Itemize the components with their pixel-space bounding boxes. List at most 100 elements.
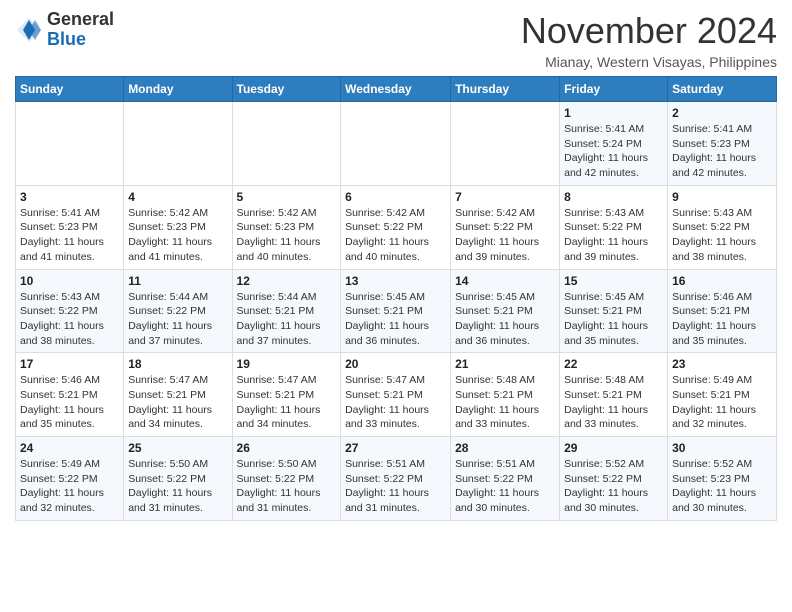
- calendar-cell: 1 Sunrise: 5:41 AM Sunset: 5:24 PM Daylig…: [560, 102, 668, 186]
- day-info: Sunrise: 5:51 AM Sunset: 5:22 PM Dayligh…: [345, 457, 446, 516]
- calendar-cell: 8 Sunrise: 5:43 AM Sunset: 5:22 PM Daylig…: [560, 185, 668, 269]
- logo: General Blue: [15, 10, 114, 50]
- day-number: 18: [128, 357, 227, 371]
- logo-icon: [15, 16, 43, 44]
- calendar-cell: 17 Sunrise: 5:46 AM Sunset: 5:21 PM Dayli…: [16, 353, 124, 437]
- day-info: Sunrise: 5:49 AM Sunset: 5:22 PM Dayligh…: [20, 457, 119, 516]
- day-info: Sunrise: 5:44 AM Sunset: 5:21 PM Dayligh…: [237, 290, 337, 349]
- location: Mianay, Western Visayas, Philippines: [521, 54, 777, 70]
- calendar-cell: 13 Sunrise: 5:45 AM Sunset: 5:21 PM Dayli…: [341, 269, 451, 353]
- day-info: Sunrise: 5:42 AM Sunset: 5:22 PM Dayligh…: [455, 206, 555, 265]
- calendar-cell: 6 Sunrise: 5:42 AM Sunset: 5:22 PM Daylig…: [341, 185, 451, 269]
- day-info: Sunrise: 5:48 AM Sunset: 5:21 PM Dayligh…: [564, 373, 663, 432]
- weekday-header-sunday: Sunday: [16, 77, 124, 102]
- day-number: 29: [564, 441, 663, 455]
- day-info: Sunrise: 5:51 AM Sunset: 5:22 PM Dayligh…: [455, 457, 555, 516]
- day-info: Sunrise: 5:46 AM Sunset: 5:21 PM Dayligh…: [672, 290, 772, 349]
- logo-blue: Blue: [47, 29, 86, 49]
- day-info: Sunrise: 5:50 AM Sunset: 5:22 PM Dayligh…: [237, 457, 337, 516]
- weekday-header-thursday: Thursday: [451, 77, 560, 102]
- day-info: Sunrise: 5:47 AM Sunset: 5:21 PM Dayligh…: [345, 373, 446, 432]
- day-number: 26: [237, 441, 337, 455]
- day-info: Sunrise: 5:42 AM Sunset: 5:22 PM Dayligh…: [345, 206, 446, 265]
- calendar-week-3: 10 Sunrise: 5:43 AM Sunset: 5:22 PM Dayli…: [16, 269, 777, 353]
- day-info: Sunrise: 5:44 AM Sunset: 5:22 PM Dayligh…: [128, 290, 227, 349]
- day-number: 20: [345, 357, 446, 371]
- calendar-week-4: 17 Sunrise: 5:46 AM Sunset: 5:21 PM Dayli…: [16, 353, 777, 437]
- weekday-header-wednesday: Wednesday: [341, 77, 451, 102]
- calendar-cell: 30Sunrise: 5:52 AM Sunset: 5:23 PM Dayli…: [668, 437, 777, 521]
- title-block: November 2024 Mianay, Western Visayas, P…: [521, 10, 777, 70]
- day-number: 27: [345, 441, 446, 455]
- day-info: Sunrise: 5:45 AM Sunset: 5:21 PM Dayligh…: [345, 290, 446, 349]
- calendar-cell: 29 Sunrise: 5:52 AM Sunset: 5:22 PM Dayli…: [560, 437, 668, 521]
- calendar-cell: 25 Sunrise: 5:50 AM Sunset: 5:22 PM Dayli…: [124, 437, 232, 521]
- day-info: Sunrise: 5:42 AM Sunset: 5:23 PM Dayligh…: [237, 206, 337, 265]
- calendar-cell: 16Sunrise: 5:46 AM Sunset: 5:21 PM Dayli…: [668, 269, 777, 353]
- day-number: 15: [564, 274, 663, 288]
- calendar-cell: 11 Sunrise: 5:44 AM Sunset: 5:22 PM Dayli…: [124, 269, 232, 353]
- calendar-cell: 2 Sunrise: 5:41 AM Sunset: 5:23 PM Daylig…: [668, 102, 777, 186]
- calendar-cell: [341, 102, 451, 186]
- day-number: 4: [128, 190, 227, 204]
- calendar-cell: [232, 102, 341, 186]
- logo-general: General: [47, 9, 114, 29]
- day-info: Sunrise: 5:47 AM Sunset: 5:21 PM Dayligh…: [128, 373, 227, 432]
- month-title: November 2024: [521, 10, 777, 52]
- calendar-table: SundayMondayTuesdayWednesdayThursdayFrid…: [15, 76, 777, 521]
- day-number: 2: [672, 106, 772, 120]
- calendar-cell: 22 Sunrise: 5:48 AM Sunset: 5:21 PM Dayli…: [560, 353, 668, 437]
- calendar-week-1: 1 Sunrise: 5:41 AM Sunset: 5:24 PM Daylig…: [16, 102, 777, 186]
- day-number: 14: [455, 274, 555, 288]
- day-number: 19: [237, 357, 337, 371]
- calendar-week-5: 24 Sunrise: 5:49 AM Sunset: 5:22 PM Dayli…: [16, 437, 777, 521]
- day-number: 8: [564, 190, 663, 204]
- logo-text: General Blue: [47, 10, 114, 50]
- weekday-header-row: SundayMondayTuesdayWednesdayThursdayFrid…: [16, 77, 777, 102]
- calendar-cell: [124, 102, 232, 186]
- day-info: Sunrise: 5:43 AM Sunset: 5:22 PM Dayligh…: [20, 290, 119, 349]
- calendar-cell: 3Sunrise: 5:41 AM Sunset: 5:23 PM Daylig…: [16, 185, 124, 269]
- day-number: 22: [564, 357, 663, 371]
- day-number: 24: [20, 441, 119, 455]
- day-info: Sunrise: 5:41 AM Sunset: 5:23 PM Dayligh…: [20, 206, 119, 265]
- calendar-cell: 26 Sunrise: 5:50 AM Sunset: 5:22 PM Dayli…: [232, 437, 341, 521]
- day-info: Sunrise: 5:43 AM Sunset: 5:22 PM Dayligh…: [564, 206, 663, 265]
- calendar-cell: 5Sunrise: 5:42 AM Sunset: 5:23 PM Daylig…: [232, 185, 341, 269]
- calendar-cell: 4Sunrise: 5:42 AM Sunset: 5:23 PM Daylig…: [124, 185, 232, 269]
- calendar-cell: [16, 102, 124, 186]
- day-info: Sunrise: 5:41 AM Sunset: 5:23 PM Dayligh…: [672, 122, 772, 181]
- day-number: 25: [128, 441, 227, 455]
- calendar-cell: 18 Sunrise: 5:47 AM Sunset: 5:21 PM Dayli…: [124, 353, 232, 437]
- calendar-cell: 19 Sunrise: 5:47 AM Sunset: 5:21 PM Dayli…: [232, 353, 341, 437]
- day-info: Sunrise: 5:50 AM Sunset: 5:22 PM Dayligh…: [128, 457, 227, 516]
- day-info: Sunrise: 5:45 AM Sunset: 5:21 PM Dayligh…: [564, 290, 663, 349]
- calendar-cell: 24 Sunrise: 5:49 AM Sunset: 5:22 PM Dayli…: [16, 437, 124, 521]
- day-number: 28: [455, 441, 555, 455]
- page-header: General Blue November 2024 Mianay, Weste…: [15, 10, 777, 70]
- day-info: Sunrise: 5:43 AM Sunset: 5:22 PM Dayligh…: [672, 206, 772, 265]
- weekday-header-saturday: Saturday: [668, 77, 777, 102]
- calendar-cell: 7 Sunrise: 5:42 AM Sunset: 5:22 PM Daylig…: [451, 185, 560, 269]
- calendar-cell: 27 Sunrise: 5:51 AM Sunset: 5:22 PM Dayli…: [341, 437, 451, 521]
- day-info: Sunrise: 5:52 AM Sunset: 5:22 PM Dayligh…: [564, 457, 663, 516]
- day-number: 10: [20, 274, 119, 288]
- day-number: 7: [455, 190, 555, 204]
- day-number: 13: [345, 274, 446, 288]
- day-info: Sunrise: 5:46 AM Sunset: 5:21 PM Dayligh…: [20, 373, 119, 432]
- day-number: 6: [345, 190, 446, 204]
- day-number: 11: [128, 274, 227, 288]
- day-info: Sunrise: 5:47 AM Sunset: 5:21 PM Dayligh…: [237, 373, 337, 432]
- day-number: 9: [672, 190, 772, 204]
- calendar-cell: 12Sunrise: 5:44 AM Sunset: 5:21 PM Dayli…: [232, 269, 341, 353]
- calendar-cell: 23Sunrise: 5:49 AM Sunset: 5:21 PM Dayli…: [668, 353, 777, 437]
- calendar-cell: 21Sunrise: 5:48 AM Sunset: 5:21 PM Dayli…: [451, 353, 560, 437]
- weekday-header-tuesday: Tuesday: [232, 77, 341, 102]
- calendar-cell: 20 Sunrise: 5:47 AM Sunset: 5:21 PM Dayli…: [341, 353, 451, 437]
- day-number: 30: [672, 441, 772, 455]
- day-number: 23: [672, 357, 772, 371]
- day-number: 1: [564, 106, 663, 120]
- calendar-cell: 10 Sunrise: 5:43 AM Sunset: 5:22 PM Dayli…: [16, 269, 124, 353]
- day-number: 17: [20, 357, 119, 371]
- day-info: Sunrise: 5:41 AM Sunset: 5:24 PM Dayligh…: [564, 122, 663, 181]
